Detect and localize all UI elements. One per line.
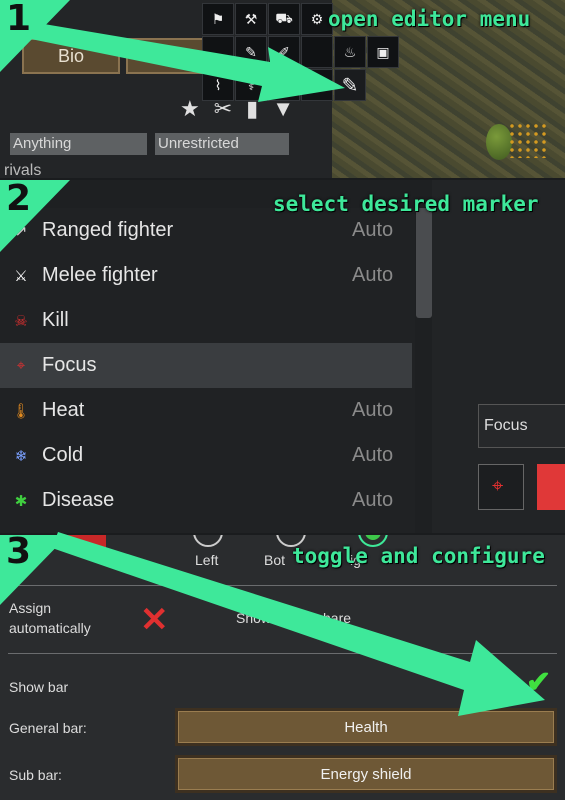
divider bbox=[8, 653, 557, 654]
virus-icon: ✱ bbox=[14, 492, 28, 510]
crosshair-icon: ⌖ bbox=[16, 357, 26, 374]
thermometer-icon: 🌡 bbox=[11, 402, 31, 420]
skull-icon: ☠ bbox=[14, 312, 28, 330]
marker-label: Disease bbox=[42, 489, 115, 511]
step-number: 3 bbox=[6, 535, 32, 572]
color-swatch-partial bbox=[62, 535, 106, 551]
list-item[interactable]: ❄ Cold Auto bbox=[0, 433, 412, 478]
list-item-selected[interactable]: ⌖ Focus bbox=[0, 343, 412, 388]
list-item[interactable]: 🌡 Heat Auto bbox=[0, 388, 412, 433]
marker-value: Auto bbox=[352, 219, 394, 241]
snowflake-icon: ❄ bbox=[14, 447, 28, 465]
general-bar-label: General bar: bbox=[9, 720, 87, 736]
step-caption: select desired marker bbox=[273, 192, 539, 216]
marker-label: Kill bbox=[42, 309, 69, 331]
marker-label: Cold bbox=[42, 444, 84, 466]
hammer-icon[interactable]: ⚒ bbox=[235, 3, 267, 35]
assign-label-line2: automatically bbox=[9, 620, 91, 636]
list-item[interactable]: ⚔ Melee fighter Auto bbox=[0, 253, 412, 298]
food-icon[interactable]: ♨ bbox=[334, 36, 366, 68]
marker-value: Auto bbox=[352, 264, 394, 286]
marker-value: Auto bbox=[352, 444, 394, 466]
step-number: 2 bbox=[6, 180, 32, 219]
pill-icon[interactable]: ⚕ bbox=[235, 69, 267, 101]
list-scrollbar[interactable] bbox=[416, 208, 432, 318]
step-number-badge: 3 bbox=[0, 535, 70, 605]
bomb-icon[interactable]: ● bbox=[268, 69, 300, 101]
broom-icon[interactable]: ⌇ bbox=[202, 69, 234, 101]
cart-icon[interactable]: ⛟ bbox=[268, 3, 300, 35]
marker-value: Auto bbox=[352, 489, 394, 511]
tab-bio[interactable]: Bio bbox=[22, 38, 120, 74]
radio-label-bottom: Bot bbox=[264, 552, 286, 568]
show-share-label-end: hare bbox=[323, 610, 352, 626]
assign-toggle-cross-icon[interactable]: ✕ bbox=[140, 600, 169, 640]
marker-value: Auto bbox=[352, 399, 394, 421]
marker-label: Focus bbox=[42, 354, 97, 376]
restriction-dropdown[interactable]: Unrestricted bbox=[155, 133, 289, 155]
flowers-sprite bbox=[508, 122, 548, 158]
step-3-panel: Left Bot ig Assign automatically ✕ Show … bbox=[0, 535, 565, 800]
marker-name-field[interactable]: Focus bbox=[478, 404, 565, 448]
show-bar-check-icon[interactable]: ✔ bbox=[526, 665, 551, 700]
radio-label-left: Left bbox=[195, 552, 219, 568]
assign-label: Assign bbox=[9, 600, 52, 616]
step-caption: open editor menu bbox=[328, 7, 531, 31]
sub-bar-label: Sub bar: bbox=[9, 767, 62, 783]
empty-cell[interactable] bbox=[202, 36, 234, 68]
flag-icon[interactable]: ⚑ bbox=[202, 3, 234, 35]
marker-icon-button[interactable]: ⌖ bbox=[478, 464, 524, 510]
marker-label: Heat bbox=[42, 399, 85, 421]
people-icon[interactable] bbox=[301, 36, 333, 68]
show-share-label: Show bbox=[236, 610, 272, 626]
radio-left[interactable] bbox=[193, 535, 223, 547]
show-bar-label: Show bar bbox=[9, 679, 69, 695]
marker-list: ↗ Ranged fighter Auto ⚔ Melee fighter Au… bbox=[0, 208, 415, 533]
step-caption: toggle and configure bbox=[292, 544, 545, 568]
tool-icon[interactable]: ✐ bbox=[268, 36, 300, 68]
feather-icon[interactable]: ✎ bbox=[235, 36, 267, 68]
area-dropdown[interactable]: Anything bbox=[10, 133, 147, 155]
crosshair-icon: ⌖ bbox=[492, 475, 504, 497]
marker-color-swatch[interactable] bbox=[537, 464, 565, 510]
general-bar-button[interactable]: Health bbox=[175, 708, 557, 746]
sub-bar-button[interactable]: Energy shield bbox=[175, 755, 557, 793]
divider bbox=[8, 585, 557, 586]
step-number: 1 bbox=[6, 0, 32, 39]
step-2-panel: ↗ Ranged fighter Auto ⚔ Melee fighter Au… bbox=[0, 180, 565, 533]
chevrons-up-icon[interactable]: ⌃ bbox=[301, 69, 333, 101]
marker-label: Melee fighter bbox=[42, 264, 158, 286]
marker-label: Ranged fighter bbox=[42, 219, 174, 241]
chip-icon[interactable]: ▣ bbox=[367, 36, 399, 68]
edit-icon[interactable]: ✎ bbox=[334, 69, 366, 101]
list-item[interactable]: ✱ Disease Auto bbox=[0, 478, 412, 523]
sword-icon: ⚔ bbox=[14, 267, 28, 285]
step-1-panel: Bio Needs ★✂▮▼ Anything Unrestricted riv… bbox=[0, 0, 565, 178]
section-label: rivals bbox=[4, 162, 42, 178]
list-item[interactable]: ☠ Kill bbox=[0, 298, 412, 343]
